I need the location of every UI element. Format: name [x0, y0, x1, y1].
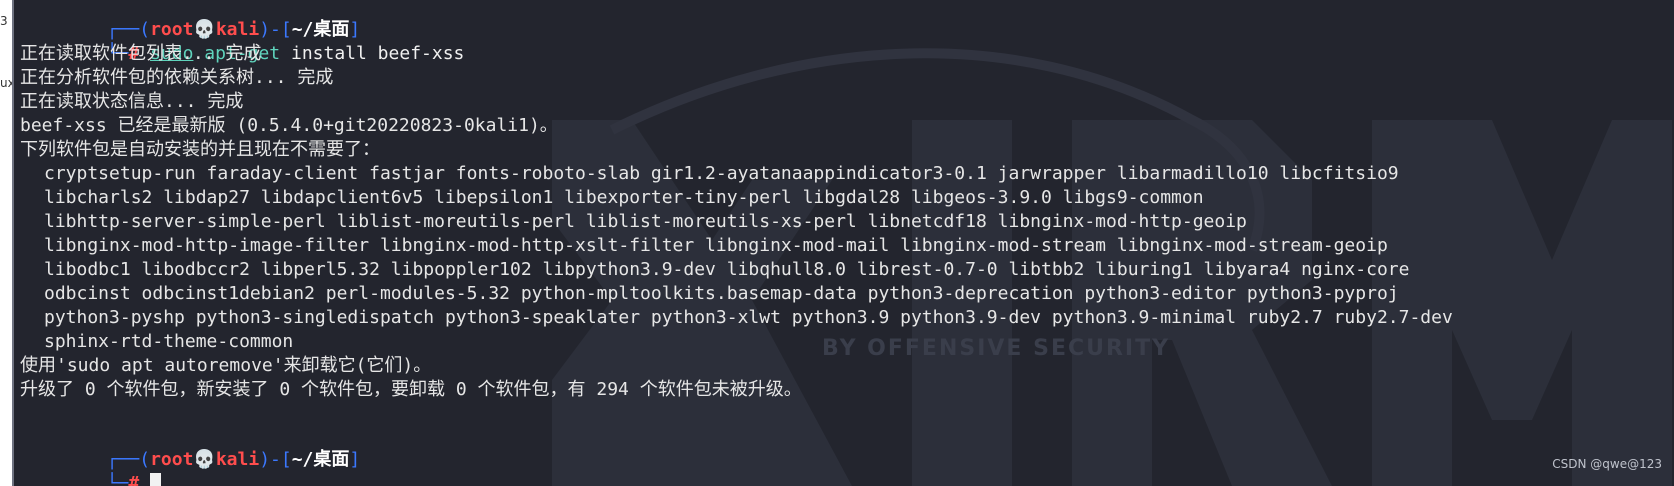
left-strip-fragment-mid: ux [0, 76, 12, 90]
output-line: 升级了 0 个软件包，新安装了 0 个软件包，要卸载 0 个软件包，有 294 … [20, 379, 802, 400]
prompt-box-open: ┌──( [106, 449, 151, 470]
screenshot-page: 3 ux BY OFFENSIVE SECURITY ┌──(root💀kali… [0, 0, 1674, 486]
prompt-box-close: ] [349, 19, 361, 40]
output-line: 使用'sudo apt autoremove'来卸载它(它们)。 [20, 355, 432, 376]
output-line: 正在分析软件包的依赖关系树... 完成 [20, 67, 334, 88]
csdn-credit: CSDN @qwe@123 [1552, 457, 1662, 471]
command-args: install beef-xss [290, 43, 465, 64]
package-list-line: libhttp-server-simple-perl liblist-moreu… [44, 211, 1247, 232]
skull-icon: 💀 [193, 19, 216, 40]
text-cursor[interactable] [150, 473, 162, 486]
output-line: 下列软件包是自动安装的并且现在不需要了： [20, 139, 380, 160]
prompt-box-bottom: └─ [106, 473, 129, 486]
prompt-dir: ~/桌面 [291, 19, 350, 40]
prompt-box-close: ] [349, 449, 361, 470]
package-list-line: libcharls2 libdap27 libdapclient6v5 libe… [44, 187, 1204, 208]
terminal-left-border [12, 0, 14, 486]
package-list-line: python3-pyshp python3-singledispatch pyt… [44, 307, 1453, 328]
output-line: beef-xss 已经是最新版 (0.5.4.0+git20220823-0ka… [20, 115, 558, 136]
left-strip-fragment-top: 3 [0, 14, 8, 28]
terminal-output: ┌──(root💀kali)-[~/桌面] └─# sudo apt-get i… [20, 0, 1660, 486]
prompt-line-1-top: ┌──(root💀kali)-[~/桌面] [20, 0, 1660, 40]
prompt-box-mid: )-[ [259, 449, 292, 470]
prompt-line-2-top: ┌──(root💀kali)-[~/桌面] [20, 424, 1660, 470]
prompt-box-open: ┌──( [106, 19, 151, 40]
prompt-user: root [150, 19, 194, 40]
left-window-strip: 3 ux [0, 0, 12, 486]
prompt-hash: # [128, 473, 140, 486]
package-list-line: libnginx-mod-http-image-filter libnginx-… [44, 235, 1388, 256]
prompt-dir: ~/桌面 [291, 449, 350, 470]
package-list-line: libodbc1 libodbccr2 libperl5.32 libpoppl… [44, 259, 1410, 280]
prompt-host: kali [215, 449, 260, 470]
output-line: 正在读取状态信息... 完成 [20, 91, 244, 112]
prompt-host: kali [215, 19, 260, 40]
package-list-line: cryptsetup-run faraday-client fastjar fo… [44, 163, 1399, 184]
package-list-line: sphinx-rtd-theme-common [44, 331, 294, 352]
skull-icon: 💀 [193, 449, 216, 470]
prompt-box-mid: )-[ [259, 19, 292, 40]
prompt-user: root [150, 449, 194, 470]
terminal-window[interactable]: BY OFFENSIVE SECURITY ┌──(root💀kali)-[~/… [12, 0, 1674, 486]
package-list-line: odbcinst odbcinst1debian2 perl-modules-5… [44, 283, 1399, 304]
